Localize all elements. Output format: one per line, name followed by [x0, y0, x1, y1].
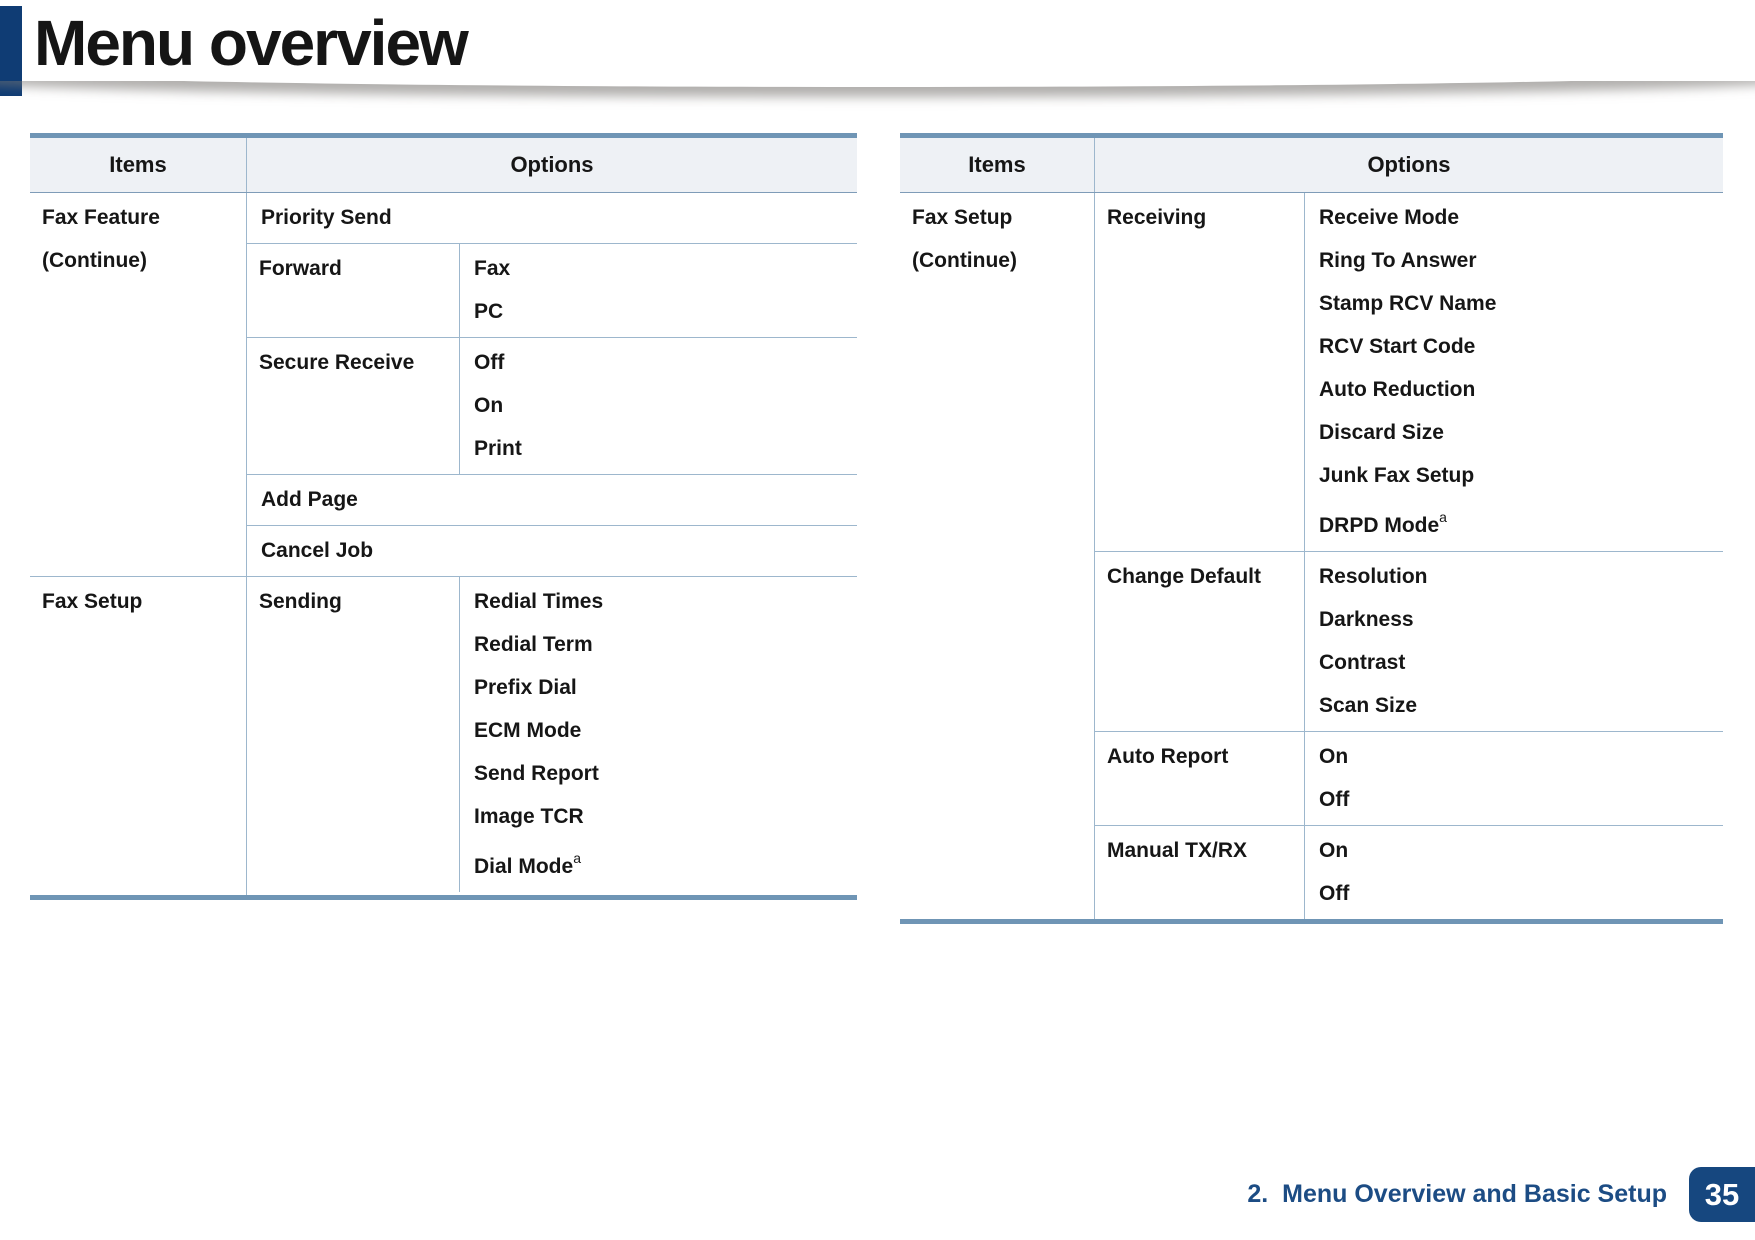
option-row-secure-receive: Secure Receive Off On Print	[247, 338, 857, 476]
sub-values-cell: Off On Print	[460, 338, 857, 474]
option-value: DRPD Mode	[1319, 514, 1440, 538]
sub-item-label: Sending	[259, 590, 342, 614]
footnote-marker: a	[1439, 509, 1447, 526]
option-value: Off	[1319, 788, 1350, 812]
option-value: Dial Mode	[474, 855, 574, 879]
tables-area: Items Options Fax Feature (Continue) Pri…	[0, 133, 1755, 925]
sub-item-cell: Secure Receive	[247, 338, 460, 475]
table-row-fax-setup: Fax Setup Sending Redial Times Redial Te…	[30, 577, 857, 896]
column-header-items: Items	[30, 138, 247, 193]
option-row-priority-send: Priority Send	[247, 193, 857, 245]
chapter-title: 2. Menu Overview and Basic Setup	[1247, 1180, 1667, 1208]
option-row-change-default: Change Default Resolution Darkness Contr…	[1095, 552, 1723, 733]
option-row-receiving: Receiving Receive Mode Ring To Answer St…	[1095, 193, 1723, 553]
sub-values-cell: Resolution Darkness Contrast Scan Size	[1305, 552, 1723, 731]
option-value: Auto Reduction	[1319, 378, 1476, 402]
option-value: Fax	[474, 257, 511, 281]
sub-values-cell: On Off	[1305, 826, 1723, 919]
sub-values-cell: Receive Mode Ring To Answer Stamp RCV Na…	[1305, 193, 1723, 551]
option-row-sending: Sending Redial Times Redial Term Prefix …	[247, 577, 857, 893]
table-header: Items Options	[30, 138, 857, 194]
sub-item-label: Secure Receive	[259, 351, 415, 375]
option-value: On	[1319, 839, 1349, 863]
option-value: Redial Times	[474, 590, 604, 614]
option-value: Send Report	[474, 762, 599, 786]
option-row-cancel-job: Cancel Job	[247, 526, 857, 576]
sub-item-cell: Sending	[247, 577, 460, 893]
sub-item-label: Auto Report	[1107, 745, 1229, 769]
table-row-fax-feature: Fax Feature (Continue) Priority Send For…	[30, 193, 857, 578]
column-header-options: Options	[510, 152, 594, 178]
table-row-fax-setup-continue: Fax Setup (Continue) Receiving Receive M…	[900, 193, 1723, 920]
option-value: Receive Mode	[1319, 206, 1460, 230]
option-value: Print	[474, 437, 522, 461]
option-row-add-page: Add Page	[247, 475, 857, 527]
option-value: PC	[474, 300, 504, 324]
page-number-badge: 35	[1689, 1167, 1755, 1222]
sub-item-label: Manual TX/RX	[1107, 839, 1248, 863]
option-row-auto-report: Auto Report On Off	[1095, 732, 1723, 827]
menu-table-left: Items Options Fax Feature (Continue) Pri…	[30, 133, 857, 901]
options-cell: Receiving Receive Mode Ring To Answer St…	[1095, 193, 1723, 920]
item-label-continue: (Continue)	[42, 249, 147, 273]
option-value: RCV Start Code	[1319, 335, 1476, 359]
option-value: On	[1319, 745, 1349, 769]
sub-item-cell: Forward	[247, 244, 460, 338]
option-value: Contrast	[1319, 651, 1406, 675]
options-cell: Sending Redial Times Redial Term Prefix …	[247, 577, 857, 895]
footnote-marker: a	[573, 850, 581, 867]
sub-values-cell: Fax PC	[460, 244, 857, 337]
sub-values-cell: Redial Times Redial Term Prefix Dial ECM…	[460, 577, 857, 892]
option-value: On	[474, 394, 504, 418]
option-value: ECM Mode	[474, 719, 582, 743]
option-value: Priority Send	[261, 206, 392, 230]
page-title: Menu overview	[34, 7, 469, 79]
sub-item-cell: Manual TX/RX	[1095, 826, 1305, 920]
sub-item-cell: Change Default	[1095, 552, 1305, 732]
option-value: Darkness	[1319, 608, 1414, 632]
sub-item-cell: Receiving	[1095, 193, 1305, 552]
column-header-items: Items	[900, 138, 1095, 193]
table-header: Items Options	[900, 138, 1723, 194]
option-value: Add Page	[261, 488, 358, 512]
column-header-options: Options	[1367, 152, 1451, 178]
page-footer: 2. Menu Overview and Basic Setup 35	[1247, 1167, 1755, 1222]
option-value: Prefix Dial	[474, 676, 577, 700]
options-cell: Priority Send Forward Fax PC Secure Rece…	[247, 193, 857, 576]
option-value: Cancel Job	[261, 539, 374, 563]
sub-values-cell: On Off	[1305, 732, 1723, 825]
item-cell: Fax Setup	[30, 577, 247, 896]
option-value: Resolution	[1319, 565, 1428, 589]
sub-item-cell: Auto Report	[1095, 732, 1305, 826]
item-label: Fax Setup	[912, 206, 1013, 230]
option-value-with-footnote: DRPD Modea	[1319, 508, 1709, 537]
sub-item-label: Receiving	[1107, 206, 1207, 230]
sub-item-label: Change Default	[1107, 565, 1262, 589]
item-label: Fax Feature	[42, 206, 160, 230]
option-value-with-footnote: Dial Modea	[474, 849, 843, 878]
option-value: Junk Fax Setup	[1319, 464, 1475, 488]
item-label-continue: (Continue)	[912, 249, 1017, 273]
item-cell: Fax Setup (Continue)	[900, 193, 1095, 920]
option-value: Off	[1319, 882, 1350, 906]
option-value: Redial Term	[474, 633, 593, 657]
option-value: Image TCR	[474, 805, 584, 829]
option-value: Scan Size	[1319, 694, 1418, 718]
option-row-forward: Forward Fax PC	[247, 244, 857, 339]
option-value: Ring To Answer	[1319, 249, 1477, 273]
title-shadow-divider	[0, 81, 1755, 111]
option-value: Stamp RCV Name	[1319, 292, 1497, 316]
option-value: Discard Size	[1319, 421, 1444, 445]
sub-item-label: Forward	[259, 257, 342, 281]
item-label: Fax Setup	[42, 590, 143, 614]
menu-table-right: Items Options Fax Setup (Continue) Recei…	[900, 133, 1723, 925]
option-row-manual-txrx: Manual TX/RX On Off	[1095, 826, 1723, 920]
item-cell: Fax Feature (Continue)	[30, 193, 247, 577]
option-value: Off	[474, 351, 505, 375]
